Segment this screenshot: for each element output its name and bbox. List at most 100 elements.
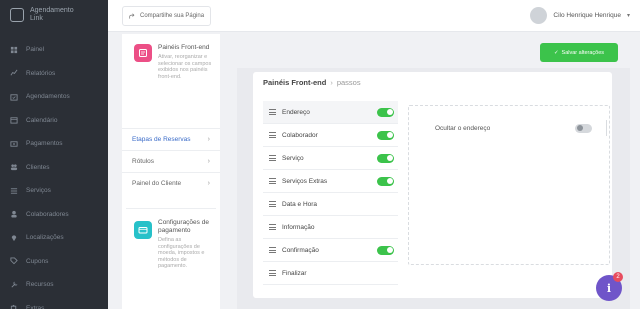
sidebar-item-9[interactable]: Localizações bbox=[0, 226, 108, 250]
chart-line-icon bbox=[10, 69, 18, 77]
sidebar-item-5[interactable]: Pagamentos bbox=[0, 132, 108, 156]
sidebar-item-7[interactable]: Serviços bbox=[0, 179, 108, 203]
sidebar-item-label: Painel bbox=[26, 46, 45, 54]
user-name: Cilo Henrique Henrique bbox=[553, 12, 621, 19]
drag-handle-icon[interactable] bbox=[269, 155, 276, 161]
step-row[interactable]: Finalizar bbox=[263, 262, 398, 285]
step-row[interactable]: Serviço bbox=[263, 147, 398, 170]
step-row[interactable]: Endereço bbox=[263, 101, 398, 124]
submenu-item-1[interactable]: Etapas de Reservas › bbox=[122, 128, 220, 150]
brand-line2: Link bbox=[30, 15, 43, 22]
sidebar-item-label: Agendamentos bbox=[26, 93, 70, 101]
settings-submenu: Etapas de Reservas › Rótulos › Painel do Cli… bbox=[122, 128, 220, 194]
notification-badge: 2 bbox=[613, 272, 623, 282]
sidebar-item-1[interactable]: Painel bbox=[0, 38, 108, 62]
sidebar-item-label: Serviços bbox=[26, 187, 51, 195]
step-label: Endereço bbox=[282, 108, 310, 116]
sidebar-item-8[interactable]: Colaboradores bbox=[0, 203, 108, 227]
sidebar-item-label: Localizações bbox=[26, 234, 64, 242]
sidebar: Agendamento Link Painel Relatórios Agendam… bbox=[0, 0, 108, 309]
step-label: Data e Hora bbox=[282, 200, 318, 208]
sidebar-item-10[interactable]: Cupons bbox=[0, 250, 108, 274]
step-row[interactable]: Confirmação bbox=[263, 239, 398, 262]
drag-handle-icon[interactable] bbox=[269, 270, 276, 276]
sidebar-item-6[interactable]: Clientes bbox=[0, 156, 108, 180]
location-icon bbox=[10, 234, 18, 242]
submenu-item-3[interactable]: Painel do Cliente › bbox=[122, 172, 220, 194]
frontend-panels-icon bbox=[134, 44, 152, 62]
sidebar-item-label: Recursos bbox=[26, 281, 54, 289]
sidebar-item-label: Extras bbox=[26, 304, 45, 309]
card1-title: Painéis Front-end bbox=[158, 44, 210, 51]
step-toggle[interactable] bbox=[377, 130, 394, 140]
main-content: Painéis Front-end › passos Endereço Colab… bbox=[237, 68, 630, 309]
users-icon bbox=[10, 163, 18, 171]
grid-icon bbox=[10, 46, 18, 54]
card1-desc: Ativar, reorganizar e selecionar os camp… bbox=[158, 54, 212, 80]
step-label: Finalizar bbox=[282, 269, 307, 277]
frontend-panels-card[interactable]: Painéis Front-end Ativar, reorganizar e … bbox=[126, 38, 216, 118]
step-row[interactable]: Colaborador bbox=[263, 124, 398, 147]
hide-address-toggle[interactable] bbox=[575, 123, 592, 133]
step-label: Serviço bbox=[282, 154, 304, 162]
step-toggle[interactable] bbox=[377, 245, 394, 255]
hide-address-option: Ocultar o endereço bbox=[435, 120, 607, 136]
brand-line1: Agendamento bbox=[30, 7, 74, 14]
step-toggle[interactable] bbox=[377, 107, 394, 117]
share-label: Compartilhe sua Página bbox=[140, 13, 205, 19]
panel-title: Painéis Front-end bbox=[263, 78, 327, 87]
share-icon bbox=[129, 12, 135, 19]
sidebar-item-2[interactable]: Relatórios bbox=[0, 62, 108, 86]
sidebar-item-11[interactable]: Recursos bbox=[0, 273, 108, 297]
chevron-down-icon: ▾ bbox=[626, 13, 630, 19]
save-changes-button[interactable]: ✓ Salvar alterações bbox=[540, 43, 618, 62]
step-options: Ocultar o endereço bbox=[408, 105, 610, 265]
steps-panel: Painéis Front-end › passos Endereço Colab… bbox=[253, 72, 612, 298]
drag-handle-icon[interactable] bbox=[269, 201, 276, 207]
payment-settings-card[interactable]: Configurações de pagamento Defina as con… bbox=[126, 208, 216, 308]
sidebar-item-label: Calendário bbox=[26, 116, 58, 124]
sidebar-item-label: Clientes bbox=[26, 163, 50, 171]
panel-subtitle: passos bbox=[336, 78, 361, 87]
chevron-right-icon: › bbox=[207, 136, 210, 143]
sidebar-item-label: Colaboradores bbox=[26, 210, 69, 218]
step-label: Colaborador bbox=[282, 131, 318, 139]
drag-handle-icon[interactable] bbox=[269, 224, 276, 230]
step-toggle[interactable] bbox=[377, 153, 394, 163]
drag-handle-icon[interactable] bbox=[269, 109, 276, 115]
calendar-icon bbox=[10, 116, 18, 124]
list-icon bbox=[10, 187, 18, 195]
sidebar-item-12[interactable]: Extras bbox=[0, 297, 108, 309]
step-label: Confirmação bbox=[282, 246, 319, 254]
brand[interactable]: Agendamento Link bbox=[0, 0, 108, 30]
settings-menu: Painéis Front-end Ativar, reorganizar e … bbox=[122, 34, 220, 309]
step-row[interactable]: Informação bbox=[263, 216, 398, 239]
breadcrumb-separator: › bbox=[330, 78, 333, 87]
check-icon: ✓ bbox=[553, 49, 559, 56]
drag-handle-icon[interactable] bbox=[269, 247, 276, 253]
hide-address-label: Ocultar o endereço bbox=[435, 124, 491, 132]
sidebar-item-3[interactable]: Agendamentos bbox=[0, 85, 108, 109]
submenu-item-2[interactable]: Rótulos › bbox=[122, 150, 220, 172]
avatar bbox=[530, 7, 548, 24]
card2-title: Configurações de pagamento bbox=[158, 219, 209, 234]
save-label: Salvar alterações bbox=[561, 49, 605, 56]
step-toggle[interactable] bbox=[377, 176, 394, 186]
user-icon bbox=[10, 210, 18, 218]
share-page-button[interactable]: Compartilhe sua Página bbox=[122, 6, 212, 26]
drag-handle-icon[interactable] bbox=[269, 132, 276, 138]
money-icon bbox=[10, 140, 18, 148]
drag-handle-icon[interactable] bbox=[269, 178, 276, 184]
step-row[interactable]: Data e Hora bbox=[263, 193, 398, 216]
sidebar-nav: Painel Relatórios Agendamentos Calendário Pa… bbox=[0, 38, 108, 309]
topbar: Compartilhe sua Página Cilo Henrique Hen… bbox=[108, 0, 640, 32]
chevron-right-icon: › bbox=[207, 180, 210, 187]
user-menu[interactable]: Cilo Henrique Henrique ▾ bbox=[530, 7, 630, 24]
steps-list: Endereço Colaborador Serviço Serviços Extra… bbox=[263, 101, 398, 285]
tag-icon bbox=[10, 257, 18, 265]
sidebar-item-4[interactable]: Calendário bbox=[0, 109, 108, 133]
card2-desc: Defina as configurações de moeda, impost… bbox=[158, 237, 205, 269]
submenu-item-label: Etapas de Reservas bbox=[132, 136, 191, 143]
step-row[interactable]: Serviços Extras bbox=[263, 170, 398, 193]
submenu-item-label: Painel do Cliente bbox=[132, 180, 182, 187]
